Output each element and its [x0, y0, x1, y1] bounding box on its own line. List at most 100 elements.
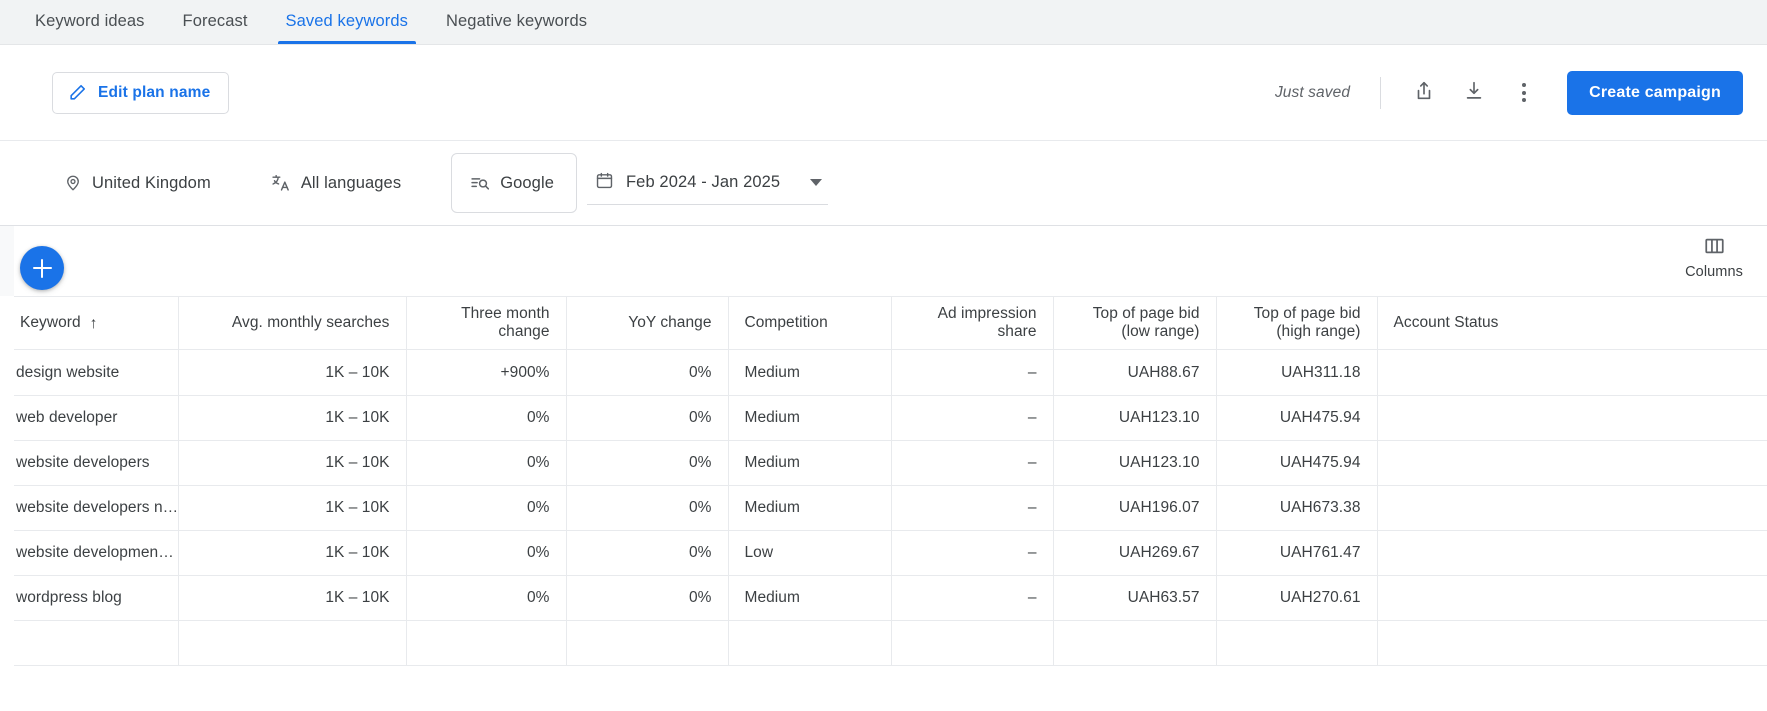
tab-forecast[interactable]: Forecast	[164, 0, 267, 44]
cell-account-status	[1377, 485, 1767, 531]
column-header-ad-impression-share[interactable]: Ad impression share	[891, 296, 1054, 350]
table-row[interactable]: website developmen… 1K – 10K 0% 0% Low – UAH26…	[0, 530, 1767, 576]
table-row[interactable]	[0, 620, 1767, 666]
column-header-three-month-change[interactable]: Three month change	[406, 296, 567, 350]
columns-icon	[1703, 235, 1726, 260]
cell-yoy-change: 0%	[566, 440, 729, 486]
date-range-selector[interactable]: Feb 2024 - Jan 2025	[587, 161, 829, 205]
cell-avg-monthly-searches: 1K – 10K	[178, 575, 407, 621]
download-button[interactable]	[1453, 72, 1495, 114]
column-header-top-of-page-bid-low[interactable]: Top of page bid (low range)	[1053, 296, 1217, 350]
cell-bid-low: UAH196.07	[1053, 485, 1217, 531]
location-filter[interactable]: United Kingdom	[50, 163, 225, 203]
column-header-label: Top of page bid (low range)	[1092, 304, 1200, 340]
cell-keyword: website developers	[0, 440, 179, 486]
cell-yoy-change: 0%	[566, 575, 729, 621]
tab-label: Saved keywords	[285, 12, 408, 30]
more-vertical-icon	[1522, 83, 1527, 102]
column-header-label: Top of page bid (high range)	[1253, 304, 1361, 340]
column-header-top-of-page-bid-high[interactable]: Top of page bid (high range)	[1216, 296, 1378, 350]
cell-competition: Medium	[728, 349, 892, 396]
column-header-yoy-change[interactable]: YoY change	[566, 296, 729, 350]
column-header-account-status[interactable]: Account Status	[1377, 296, 1767, 350]
cell-competition: Medium	[728, 395, 892, 441]
cell-bid-high: UAH270.61	[1216, 575, 1378, 621]
cell-account-status	[1377, 575, 1767, 621]
tab-keyword-ideas[interactable]: Keyword ideas	[16, 0, 164, 44]
tab-negative-keywords[interactable]: Negative keywords	[427, 0, 606, 44]
location-filter-label: United Kingdom	[92, 173, 211, 192]
cell-ad-impression-share: –	[891, 575, 1054, 621]
cell-competition: Low	[728, 530, 892, 576]
edit-plan-name-button[interactable]: Edit plan name	[52, 71, 230, 114]
cell-keyword: website developers n…	[0, 485, 179, 531]
column-header-label: Ad impression share	[937, 304, 1037, 340]
date-range-label: Feb 2024 - Jan 2025	[626, 173, 781, 191]
cell-bid-high	[1216, 620, 1378, 666]
columns-button-label: Columns	[1685, 264, 1743, 280]
action-divider	[1380, 76, 1382, 109]
cell-three-month-change: 0%	[406, 440, 567, 486]
cell-account-status	[1377, 349, 1767, 396]
column-header-label: Competition	[744, 313, 828, 331]
column-header-avg-monthly-searches[interactable]: Avg. monthly searches	[178, 296, 407, 350]
column-header-competition[interactable]: Competition	[728, 296, 892, 350]
table-row[interactable]: website developers n… 1K – 10K 0% 0% Medium –…	[0, 485, 1767, 531]
column-header-keyword[interactable]: Keyword ↑	[0, 296, 179, 350]
add-keywords-button[interactable]	[20, 246, 64, 290]
cell-yoy-change	[566, 620, 729, 666]
table-row[interactable]: website developers 1K – 10K 0% 0% Medium – UAH…	[0, 440, 1767, 486]
cell-yoy-change: 0%	[566, 485, 729, 531]
cell-ad-impression-share: –	[891, 440, 1054, 486]
share-button[interactable]	[1403, 72, 1445, 114]
cell-ad-impression-share: –	[891, 485, 1054, 531]
table-row[interactable]: wordpress blog 1K – 10K 0% 0% Medium – UAH63.5…	[0, 575, 1767, 621]
cell-competition: Medium	[728, 440, 892, 486]
cell-three-month-change: 0%	[406, 395, 567, 441]
column-header-label: Account Status	[1393, 313, 1499, 331]
cell-bid-high: UAH673.38	[1216, 485, 1378, 531]
tab-saved-keywords[interactable]: Saved keywords	[267, 0, 427, 44]
cell-ad-impression-share: –	[891, 530, 1054, 576]
network-filter-label: Google	[500, 173, 554, 192]
keyword-planner-page: Keyword ideas Forecast Saved keywords Ne…	[0, 0, 1767, 711]
cell-keyword	[0, 620, 179, 666]
cell-bid-low: UAH88.67	[1053, 349, 1217, 396]
create-campaign-button[interactable]: Create campaign	[1567, 70, 1743, 115]
cell-keyword: web developer	[0, 395, 179, 441]
cell-yoy-change: 0%	[566, 395, 729, 441]
cell-yoy-change: 0%	[566, 349, 729, 396]
cell-ad-impression-share: –	[891, 349, 1054, 396]
language-filter[interactable]: All languages	[257, 163, 415, 203]
cell-avg-monthly-searches: 1K – 10K	[178, 530, 407, 576]
location-pin-icon	[64, 174, 82, 192]
cell-bid-low	[1053, 620, 1217, 666]
column-header-label: Avg. monthly searches	[231, 313, 390, 331]
cell-keyword: wordpress blog	[0, 575, 179, 621]
column-header-label: Three month change	[461, 304, 550, 340]
tab-label: Negative keywords	[446, 12, 588, 30]
filter-bar: United Kingdom All languages Google Feb …	[0, 141, 1767, 226]
cell-three-month-change: 0%	[406, 530, 567, 576]
more-options-button[interactable]	[1503, 72, 1545, 114]
table-row[interactable]: design website 1K – 10K +900% 0% Medium – UAH8…	[0, 349, 1767, 396]
cell-bid-low: UAH123.10	[1053, 395, 1217, 441]
cell-bid-high: UAH475.94	[1216, 395, 1378, 441]
columns-button[interactable]: Columns	[1679, 231, 1749, 284]
pencil-icon	[68, 83, 87, 102]
cell-account-status	[1377, 440, 1767, 486]
share-upload-icon	[1413, 80, 1435, 105]
network-filter[interactable]: Google	[451, 153, 577, 213]
cell-three-month-change: 0%	[406, 485, 567, 531]
table-row[interactable]: web developer 1K – 10K 0% 0% Medium – UAH123.1…	[0, 395, 1767, 441]
cell-account-status	[1377, 620, 1767, 666]
search-network-icon	[470, 173, 490, 193]
download-icon	[1463, 80, 1485, 105]
sort-ascending-icon: ↑	[89, 314, 98, 332]
cell-ad-impression-share	[891, 620, 1054, 666]
cell-avg-monthly-searches: 1K – 10K	[178, 440, 407, 486]
translate-icon	[271, 173, 291, 193]
cell-bid-low: UAH269.67	[1053, 530, 1217, 576]
table-head: Keyword ↑ Avg. monthly searches Three mon…	[0, 296, 1767, 350]
cell-avg-monthly-searches: 1K – 10K	[178, 395, 407, 441]
